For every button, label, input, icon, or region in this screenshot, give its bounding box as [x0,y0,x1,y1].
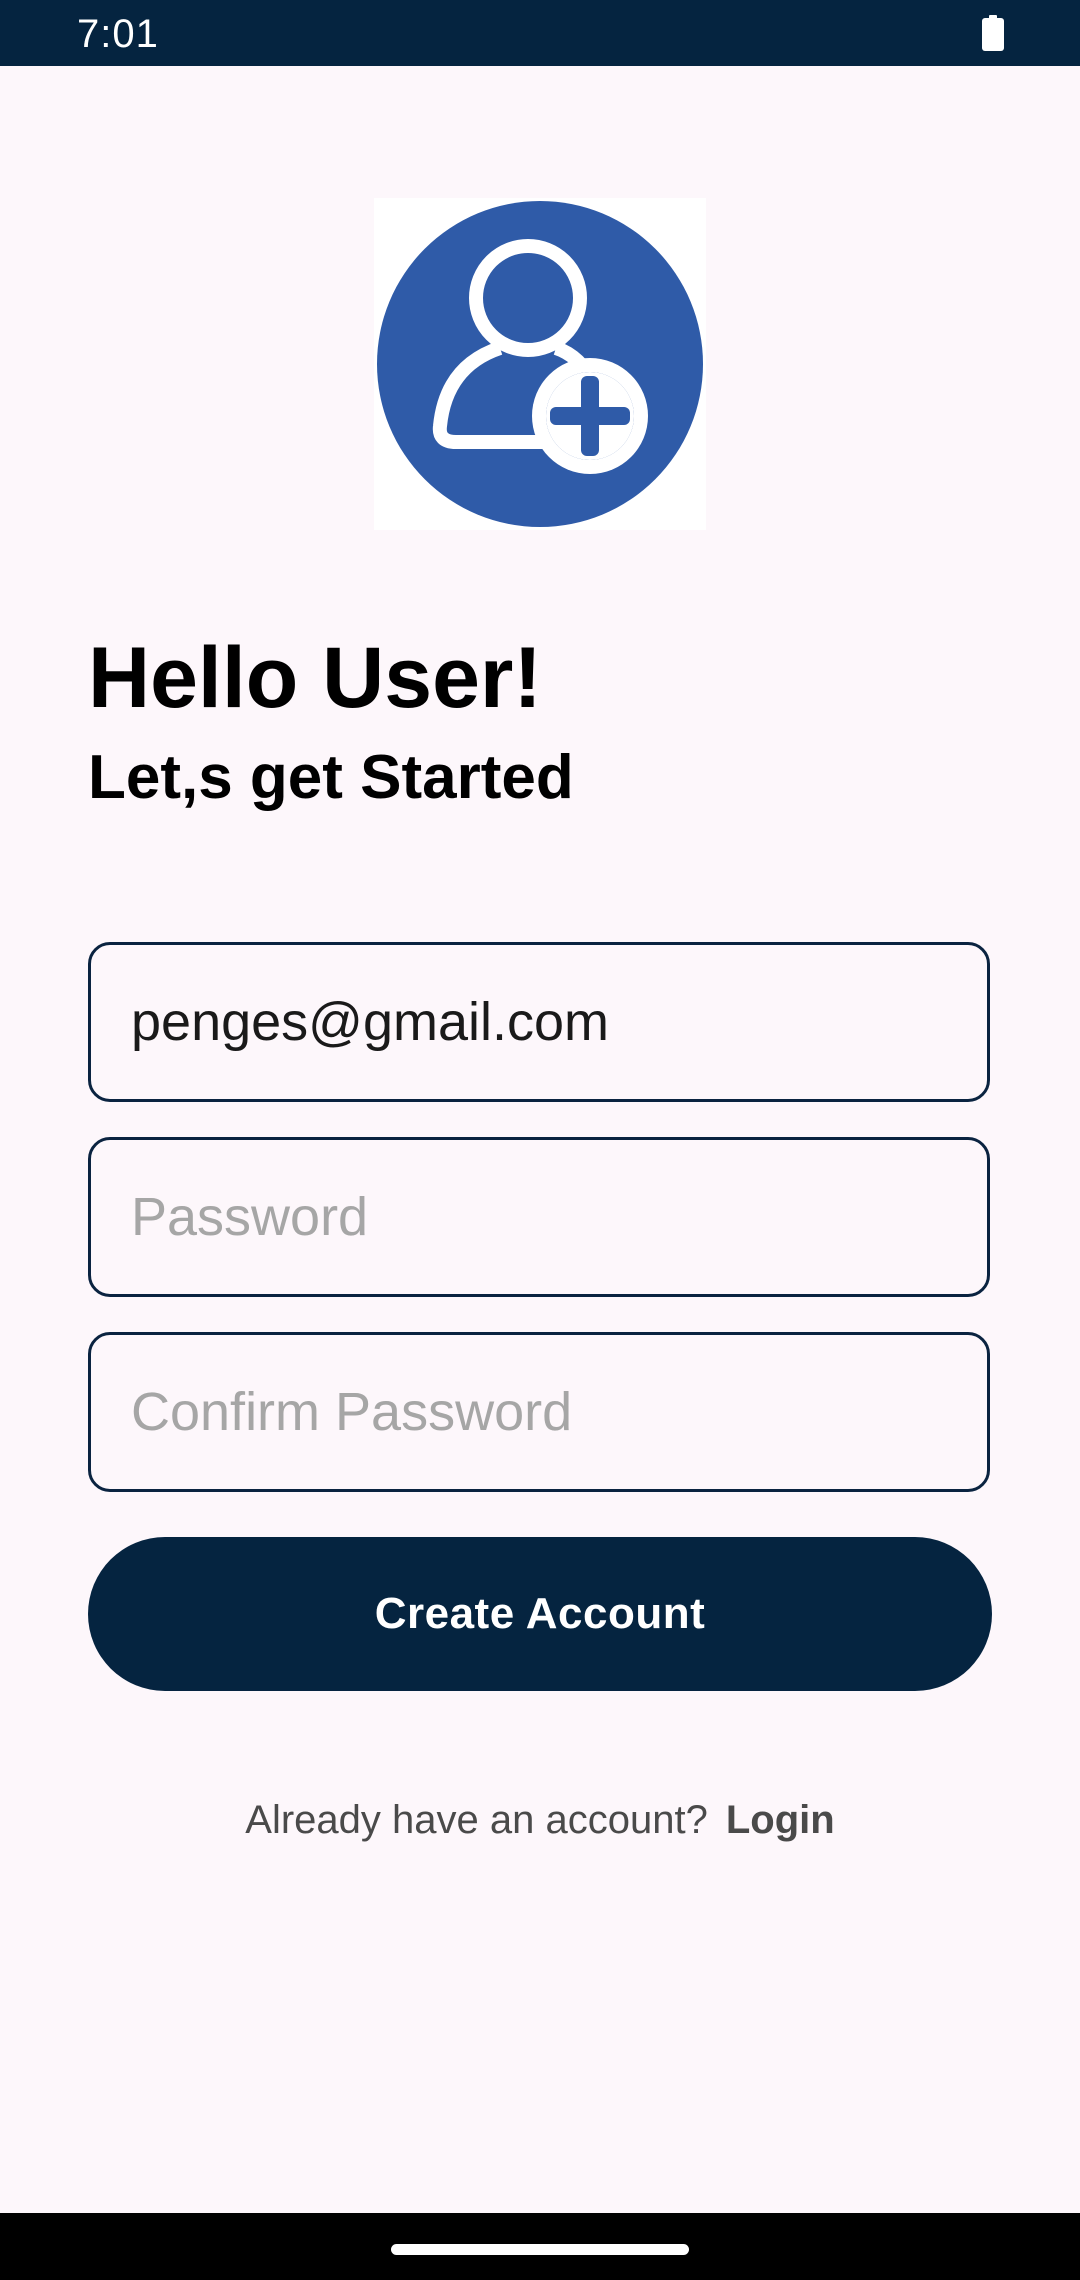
login-prompt-text: Already have an account? [245,1798,708,1842]
confirm-password-field[interactable] [88,1332,990,1492]
login-link[interactable]: Login [726,1798,835,1842]
page-title: Hello User! [88,630,543,726]
home-handle[interactable] [391,2244,689,2255]
navigation-bar [0,2213,1080,2280]
battery-full-icon [982,15,1004,51]
password-field[interactable] [88,1137,990,1297]
email-input[interactable] [131,945,951,1099]
login-prompt: Already have an account? Login [0,1792,1080,1848]
page-subtitle: Let,s get Started [88,743,574,812]
status-time: 7:01 [77,12,159,56]
create-account-button[interactable]: Create Account [88,1537,992,1691]
password-input[interactable] [131,1140,951,1294]
add-user-icon [374,198,706,530]
confirm-password-input[interactable] [131,1335,951,1489]
signup-screen: 7:01 Hello User! Let,s get Started penge… [0,0,1080,2280]
email-field[interactable] [88,942,990,1102]
status-bar: 7:01 [0,0,1080,66]
